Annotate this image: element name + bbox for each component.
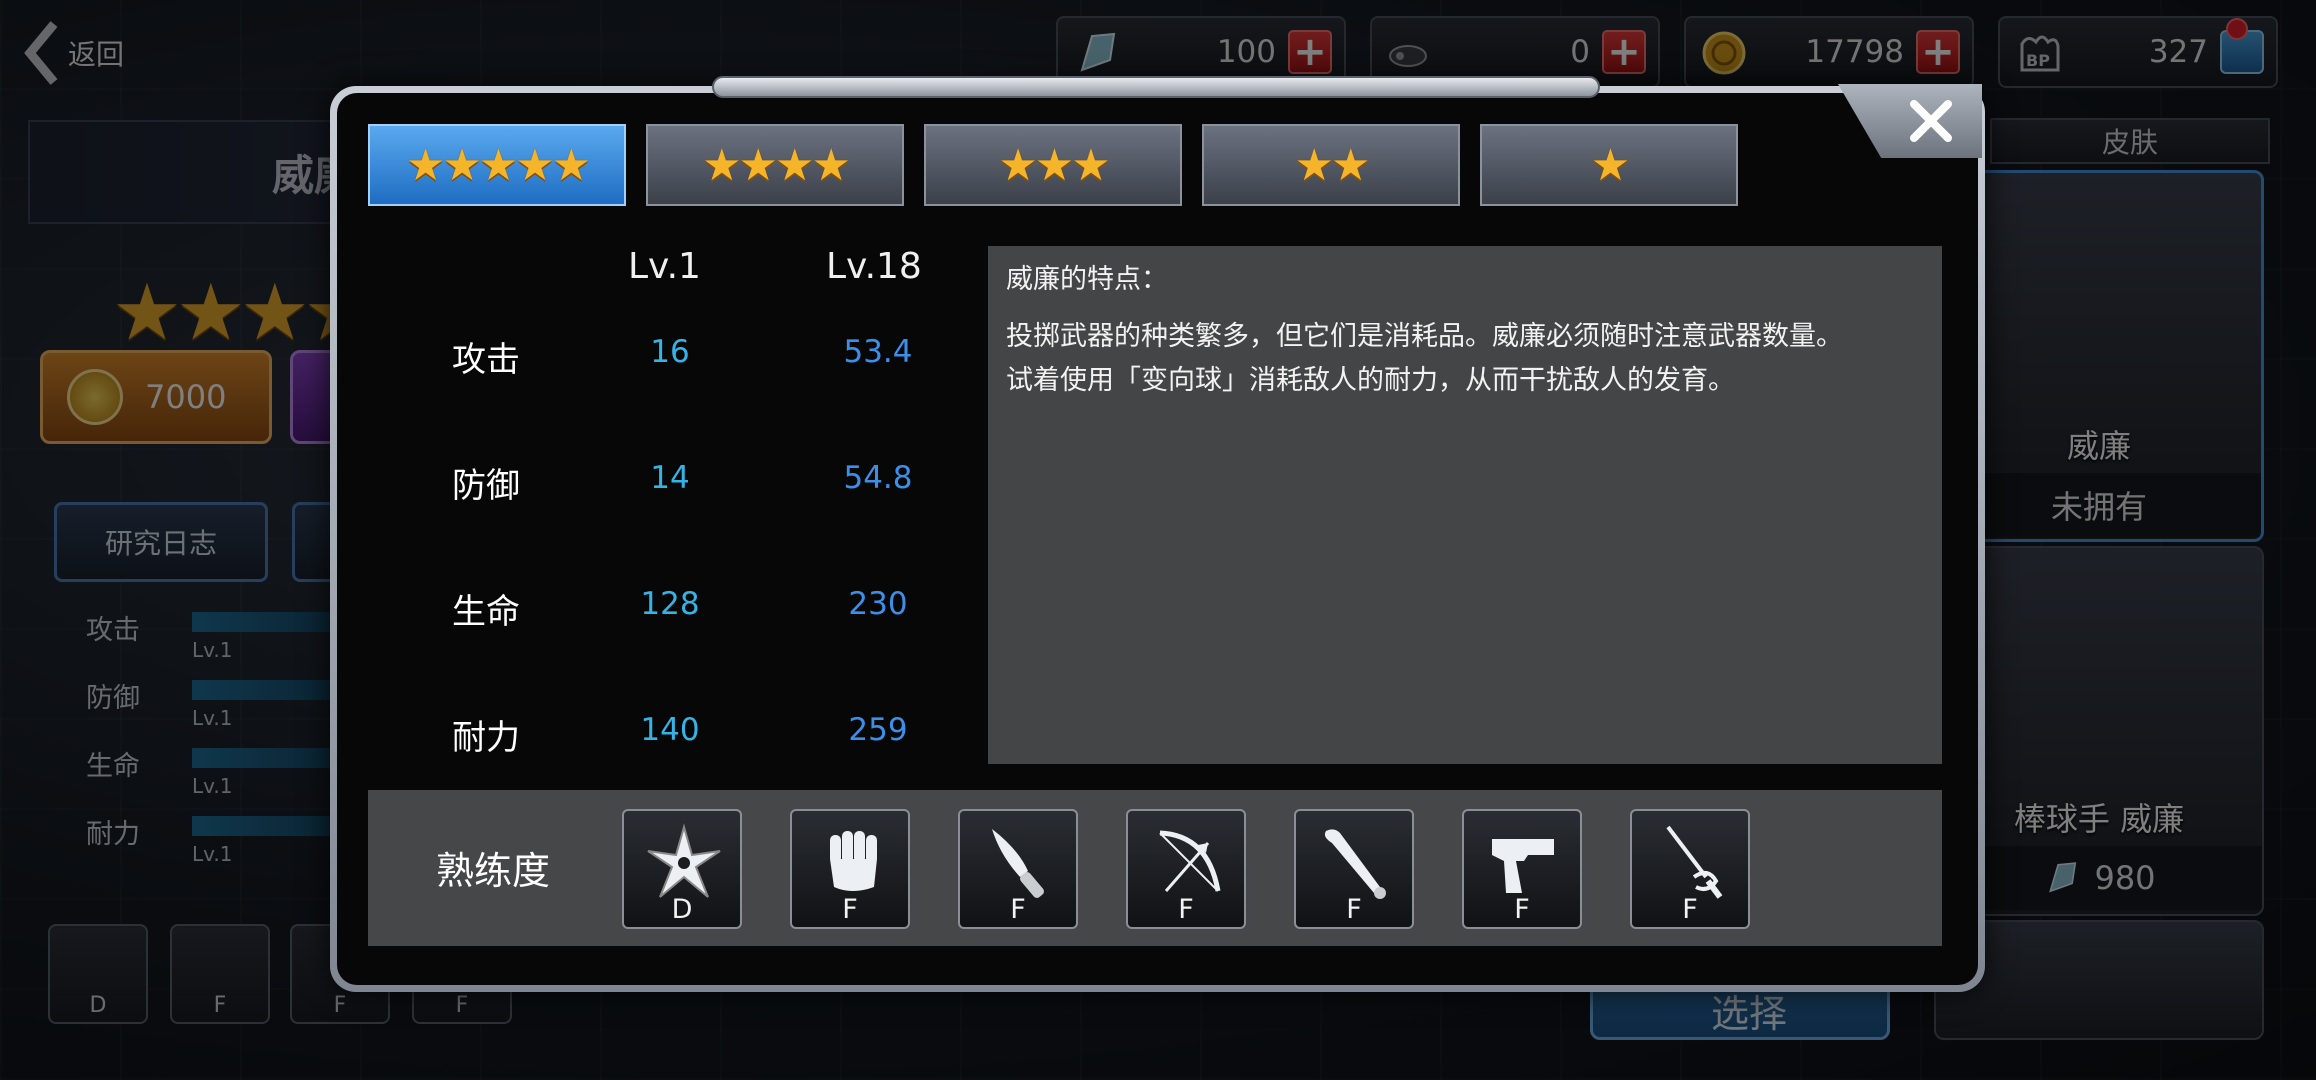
grade: F xyxy=(842,894,858,925)
stat-hp-lv1: 128 xyxy=(640,586,700,622)
stat-stamina-lv18: 259 xyxy=(848,712,908,748)
bat-icon xyxy=(1324,829,1386,899)
character-description: 威廉的特点： 投掷武器的种类繁多，但它们是消耗品。威廉必须随时注意武器数量。 试… xyxy=(988,246,1942,764)
proficiency-label: 熟练度 xyxy=(436,849,551,893)
stat-defense-lv18: 54.8 xyxy=(843,460,913,496)
column-header-lv18: Lv.18 xyxy=(826,246,922,287)
tab-4-star[interactable]: ★★★★ xyxy=(646,124,904,206)
proficiency-rapier[interactable]: F xyxy=(1630,809,1750,929)
stat-attack-lv1: 16 xyxy=(650,334,690,370)
pistol-icon xyxy=(1492,839,1554,893)
tab-2-star[interactable]: ★★ xyxy=(1202,124,1460,206)
star-icon: ★★★★ xyxy=(702,139,851,191)
description-title: 威廉的特点： xyxy=(1006,264,1168,295)
grade: F xyxy=(1010,894,1026,925)
description-line-2: 试着使用「变向球」消耗敌人的耐力，从而干扰敌人的发育。 xyxy=(1006,365,1735,396)
tab-3-star[interactable]: ★★★ xyxy=(924,124,1182,206)
star-icon: ★ xyxy=(1590,139,1630,191)
modal-top-rail xyxy=(712,76,1600,98)
grade: F xyxy=(1682,894,1698,925)
grade: F xyxy=(1346,894,1362,925)
stat-hp-lv18: 230 xyxy=(848,586,908,622)
stat-label-defense: 防御 xyxy=(452,466,520,506)
proficiency-bow[interactable]: F xyxy=(1126,809,1246,929)
description-line-1: 投掷武器的种类繁多，但它们是消耗品。威廉必须随时注意武器数量。 xyxy=(1006,321,1843,352)
fist-icon xyxy=(830,831,877,891)
knife-icon xyxy=(992,829,1044,898)
column-header-lv1: Lv.1 xyxy=(628,246,701,287)
proficiency-bat[interactable]: F xyxy=(1294,809,1414,929)
stat-label-stamina: 耐力 xyxy=(452,718,520,758)
proficiency-fist[interactable]: F xyxy=(790,809,910,929)
proficiency-pistol[interactable]: F xyxy=(1462,809,1582,929)
tab-5-star[interactable]: ★★★★★ xyxy=(368,124,626,206)
tab-1-star[interactable]: ★ xyxy=(1480,124,1738,206)
grade: F xyxy=(1514,894,1530,925)
stat-stamina-lv1: 140 xyxy=(640,712,700,748)
star-icon: ★★★ xyxy=(998,139,1110,191)
stat-attack-lv18: 53.4 xyxy=(843,334,913,370)
close-icon xyxy=(1910,100,1952,142)
stat-label-hp: 生命 xyxy=(452,592,520,632)
star-icon: ★★★★★ xyxy=(405,139,591,191)
proficiency-knife[interactable]: F xyxy=(958,809,1078,929)
star-icon: ★★ xyxy=(1294,139,1371,191)
grade: F xyxy=(1178,894,1194,925)
proficiency-shuriken[interactable]: D xyxy=(622,809,742,929)
stat-defense-lv1: 14 xyxy=(650,460,690,496)
bow-icon xyxy=(1159,830,1221,892)
shuriken-icon xyxy=(647,823,721,898)
stat-label-attack: 攻击 xyxy=(452,340,520,380)
grade: D xyxy=(671,894,693,925)
rapier-icon xyxy=(1666,825,1723,899)
